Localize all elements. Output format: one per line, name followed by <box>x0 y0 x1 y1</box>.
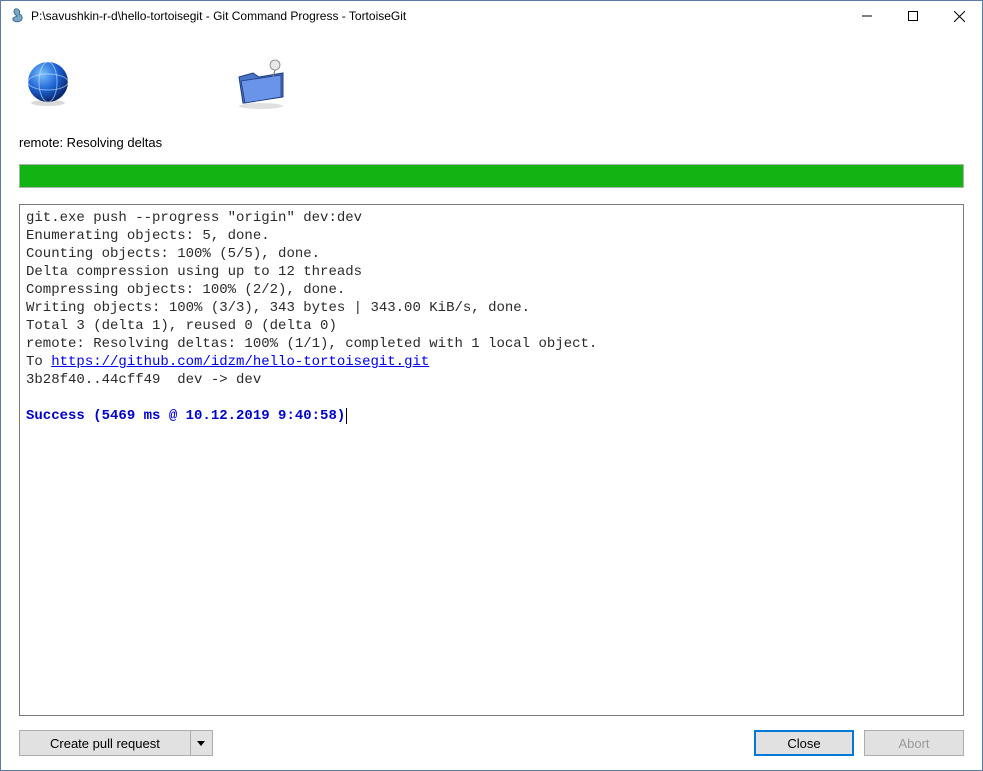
icon-row <box>19 41 964 121</box>
maximize-button[interactable] <box>890 1 936 31</box>
folder-icon <box>233 59 283 109</box>
log-line: Counting objects: 100% (5/5), done. <box>26 246 320 262</box>
abort-button: Abort <box>864 730 964 756</box>
log-line: Compressing objects: 100% (2/2), done. <box>26 282 345 298</box>
dialog-content: remote: Resolving deltas git.exe push --… <box>1 31 982 770</box>
log-output[interactable]: git.exe push --progress "origin" dev:dev… <box>19 204 964 716</box>
remote-url-link[interactable]: https://github.com/idzm/hello-tortoisegi… <box>51 354 429 370</box>
log-line: git.exe push --progress "origin" dev:dev <box>26 210 362 226</box>
minimize-button[interactable] <box>844 1 890 31</box>
status-label: remote: Resolving deltas <box>19 135 964 150</box>
button-row: Create pull request Close Abort <box>19 730 964 756</box>
create-pull-request-button[interactable]: Create pull request <box>19 730 213 756</box>
create-pull-request-label[interactable]: Create pull request <box>20 731 190 755</box>
close-window-button[interactable] <box>936 1 982 31</box>
log-line: Writing objects: 100% (3/3), 343 bytes |… <box>26 300 530 316</box>
log-line: Delta compression using up to 12 threads <box>26 264 362 280</box>
log-line: 3b28f40..44cff49 dev -> dev <box>26 372 261 388</box>
app-icon <box>9 8 25 24</box>
titlebar: P:\savushkin-r-d\hello-tortoisegit - Git… <box>1 1 982 31</box>
progress-bar <box>19 164 964 188</box>
log-line: To <box>26 354 51 370</box>
globe-icon <box>23 59 73 109</box>
chevron-down-icon <box>197 741 205 746</box>
close-button[interactable]: Close <box>754 730 854 756</box>
create-pull-request-dropdown[interactable] <box>190 731 212 755</box>
window-title: P:\savushkin-r-d\hello-tortoisegit - Git… <box>31 9 844 23</box>
log-line: Total 3 (delta 1), reused 0 (delta 0) <box>26 318 337 334</box>
window-controls <box>844 1 982 31</box>
success-message: Success (5469 ms @ 10.12.2019 9:40:58) <box>26 408 347 424</box>
log-line: Enumerating objects: 5, done. <box>26 228 270 244</box>
log-line: remote: Resolving deltas: 100% (1/1), co… <box>26 336 597 352</box>
